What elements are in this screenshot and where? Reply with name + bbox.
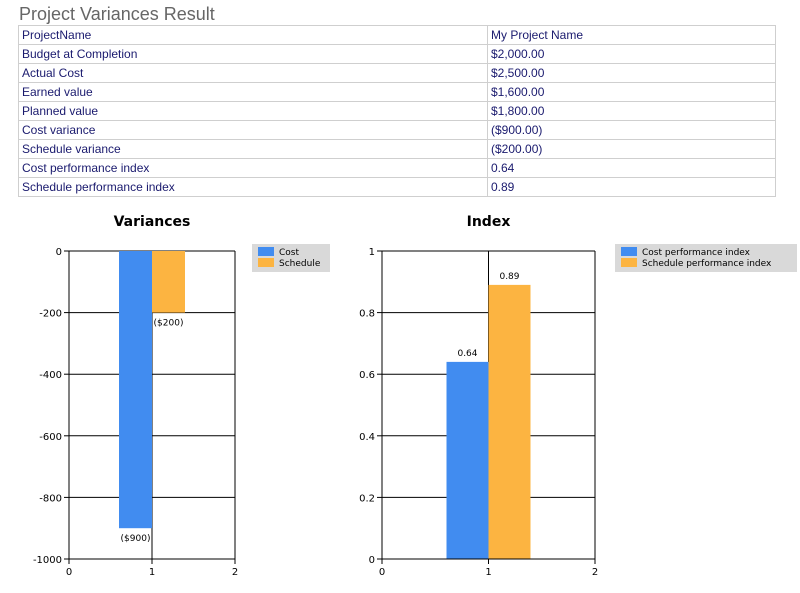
results-table: ProjectName My Project Name Budget at Comp… (18, 25, 776, 197)
table-row: ProjectName My Project Name (18, 25, 776, 45)
legend: Cost performance indexSchedule performan… (615, 244, 797, 272)
page-title: Project Variances Result (19, 4, 215, 24)
x-tick-label: 2 (232, 567, 238, 578)
y-tick-label: -1000 (33, 555, 62, 566)
table-row: Earned value $1,600.00 (18, 82, 776, 102)
row-label: Schedule performance index (18, 177, 488, 197)
y-tick-label: 0.6 (359, 370, 375, 381)
row-value: $1,800.00 (487, 101, 776, 121)
table-row: Actual Cost $2,500.00 (18, 63, 776, 83)
row-value: 0.64 (487, 158, 776, 178)
bar-series-1 (119, 251, 152, 529)
row-value: 0.89 (487, 177, 776, 197)
row-value: ($200.00) (487, 139, 776, 159)
row-label: Budget at Completion (18, 44, 488, 64)
table-row: Cost variance ($900.00) (18, 120, 776, 140)
bar-series-1 (446, 361, 489, 559)
row-value: My Project Name (487, 25, 776, 45)
data-label: 0.89 (499, 272, 519, 282)
row-label: Actual Cost (18, 63, 488, 83)
table-row: Planned value $1,800.00 (18, 101, 776, 121)
y-tick-label: 0 (369, 555, 375, 566)
x-tick-label: 1 (149, 567, 155, 578)
table-row: Cost performance index 0.64 (18, 158, 776, 178)
legend-label: Schedule (279, 259, 321, 269)
row-label: Earned value (18, 82, 488, 102)
x-tick-label: 2 (592, 567, 598, 578)
row-label: Cost variance (18, 120, 488, 140)
legend-label: Cost (279, 248, 299, 258)
y-tick-label: -800 (39, 493, 62, 504)
bar-series-2 (488, 284, 531, 559)
table-row: Budget at Completion $2,000.00 (18, 44, 776, 64)
row-value: $2,500.00 (487, 63, 776, 83)
table-row: Schedule performance index 0.89 (18, 177, 776, 197)
legend-swatch (621, 258, 637, 267)
legend-swatch (621, 247, 637, 256)
row-value: $2,000.00 (487, 44, 776, 64)
row-label: Schedule variance (18, 139, 488, 159)
row-label: ProjectName (18, 25, 488, 45)
chart-title: Variances (114, 214, 191, 230)
row-label: Planned value (18, 101, 488, 121)
y-tick-label: -600 (39, 432, 62, 443)
bar-series-2 (152, 251, 185, 313)
index-chart: Index 0 0.2 0.4 0.6 0.8 1 0 1 2 0.64 0.89 Cost perfo… (359, 214, 797, 578)
chart-title: Index (467, 214, 511, 230)
legend-swatch (258, 247, 274, 256)
legend-swatch (258, 258, 274, 267)
row-label: Cost performance index (18, 158, 488, 178)
data-label: ($900) (121, 534, 151, 544)
x-tick-label: 0 (66, 567, 72, 578)
y-tick-label: -200 (39, 309, 62, 320)
y-tick-label: 0 (56, 247, 62, 258)
x-tick-label: 0 (379, 567, 385, 578)
legend-label: Schedule performance index (642, 259, 772, 269)
legend: CostSchedule (252, 244, 330, 272)
data-label: ($200) (154, 319, 184, 329)
data-label: 0.64 (457, 349, 477, 359)
y-tick-label: 1 (369, 247, 375, 258)
x-tick-label: 1 (485, 567, 491, 578)
row-value: $1,600.00 (487, 82, 776, 102)
y-tick-label: 0.8 (359, 309, 375, 320)
legend-label: Cost performance index (642, 248, 751, 258)
y-tick-label: 0.4 (359, 432, 375, 443)
y-tick-label: 0.2 (359, 493, 375, 504)
row-value: ($900.00) (487, 120, 776, 140)
y-tick-label: -400 (39, 370, 62, 381)
table-row: Schedule variance ($200.00) (18, 139, 776, 159)
